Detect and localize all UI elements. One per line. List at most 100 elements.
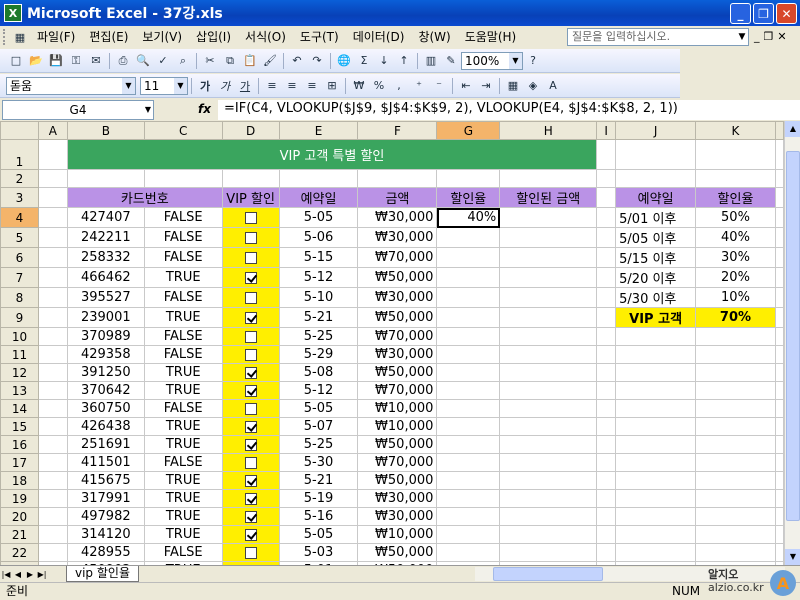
borders-icon[interactable]: ▦ xyxy=(504,77,522,95)
discount-rate-cell[interactable] xyxy=(436,327,501,346)
discount-rate-cell[interactable] xyxy=(436,345,501,364)
card-number-cell[interactable]: 429358 xyxy=(66,345,145,364)
row-header[interactable]: 1 xyxy=(0,139,39,170)
vip-checkbox-cell[interactable] xyxy=(221,287,280,308)
amount-cell[interactable]: ₩30,000 xyxy=(357,345,438,364)
reservation-date-cell[interactable]: 5-12 xyxy=(278,267,359,288)
discount-rate-cell[interactable] xyxy=(436,381,501,400)
vip-flag-cell[interactable]: TRUE xyxy=(143,381,223,400)
new-icon[interactable]: □ xyxy=(7,52,25,70)
column-header-a[interactable]: A xyxy=(37,121,68,140)
vip-checkbox-cell[interactable] xyxy=(221,489,280,508)
lookup-date-cell[interactable]: 5/30 이후 xyxy=(615,287,697,308)
autosum-icon[interactable]: Σ xyxy=(355,52,373,70)
open-icon[interactable]: 📂 xyxy=(27,52,45,70)
column-header-b[interactable]: B xyxy=(66,121,145,140)
menu-format[interactable]: 서식(O) xyxy=(238,27,293,47)
vip-checkbox[interactable] xyxy=(244,456,257,469)
doc-close-button[interactable]: ✕ xyxy=(777,30,786,43)
row-header[interactable]: 2 xyxy=(0,169,39,188)
vip-checkbox[interactable] xyxy=(244,251,257,264)
fill-color-icon[interactable]: ◈ xyxy=(524,77,542,95)
column-header-g[interactable]: G xyxy=(436,121,501,140)
align-center-icon[interactable]: ≡ xyxy=(283,77,301,95)
doc-restore-button[interactable]: ❐ xyxy=(764,30,774,43)
discounted-amount-cell[interactable] xyxy=(499,267,598,288)
discount-rate-cell[interactable] xyxy=(436,399,501,418)
vip-checkbox-cell[interactable] xyxy=(221,207,280,228)
vip-checkbox[interactable] xyxy=(244,231,257,244)
font-name-select[interactable]: 돋움 ▼ xyxy=(6,76,136,95)
discount-rate-cell[interactable] xyxy=(436,227,501,248)
menu-insert[interactable]: 삽입(I) xyxy=(189,27,238,47)
row-header[interactable]: 5 xyxy=(0,227,39,248)
reservation-date-cell[interactable]: 5-06 xyxy=(278,227,359,248)
comma-button[interactable]: , xyxy=(390,77,408,95)
header-reservation-date[interactable]: 예약일 xyxy=(278,187,359,208)
vip-checkbox[interactable] xyxy=(244,510,257,523)
amount-cell[interactable]: ₩30,000 xyxy=(357,227,438,248)
scroll-up-icon[interactable]: ▲ xyxy=(785,121,800,137)
vip-flag-cell[interactable]: TRUE xyxy=(143,363,223,382)
row-header[interactable]: 3 xyxy=(0,187,39,208)
vip-flag-cell[interactable]: TRUE xyxy=(143,471,223,490)
card-number-cell[interactable]: 314120 xyxy=(66,525,145,544)
help-search-input[interactable]: 질문을 입력하십시오. xyxy=(567,28,749,46)
decrease-indent-icon[interactable]: ⇤ xyxy=(457,77,475,95)
discounted-amount-cell[interactable] xyxy=(499,543,598,562)
reservation-date-cell[interactable]: 5-21 xyxy=(278,307,359,328)
menu-window[interactable]: 창(W) xyxy=(411,27,457,47)
font-color-icon[interactable]: A xyxy=(544,77,562,95)
chart-wizard-icon[interactable]: ▥ xyxy=(422,52,440,70)
cut-icon[interactable]: ✂ xyxy=(201,52,219,70)
reservation-date-cell[interactable]: 5-19 xyxy=(278,489,359,508)
reservation-date-cell[interactable]: 5-05 xyxy=(278,207,359,228)
hyperlink-icon[interactable]: 🌐 xyxy=(335,52,353,70)
discount-rate-cell[interactable] xyxy=(436,435,501,454)
column-header-d[interactable]: D xyxy=(221,121,280,140)
card-number-cell[interactable]: 395527 xyxy=(66,287,145,308)
last-sheet-icon[interactable]: ▶| xyxy=(36,570,48,579)
sort-desc-icon[interactable]: ↑ xyxy=(395,52,413,70)
reservation-date-cell[interactable]: 5-25 xyxy=(278,327,359,346)
discounted-amount-cell[interactable] xyxy=(499,247,598,268)
vip-checkbox[interactable] xyxy=(244,492,257,505)
discounted-amount-cell[interactable] xyxy=(499,417,598,436)
discounted-amount-cell[interactable] xyxy=(499,435,598,454)
vip-flag-cell[interactable]: TRUE xyxy=(143,525,223,544)
save-icon[interactable]: 💾 xyxy=(47,52,65,70)
row-header[interactable]: 6 xyxy=(0,247,39,268)
percent-button[interactable]: % xyxy=(370,77,388,95)
name-box[interactable]: G4 ▼ xyxy=(2,100,154,120)
card-number-cell[interactable]: 239001 xyxy=(66,307,145,328)
discounted-amount-cell[interactable] xyxy=(499,471,598,490)
amount-cell[interactable]: ₩30,000 xyxy=(357,207,438,228)
discounted-amount-cell[interactable] xyxy=(499,525,598,544)
vip-flag-cell[interactable]: FALSE xyxy=(143,247,223,268)
vip-checkbox-cell[interactable] xyxy=(221,471,280,490)
reservation-date-cell[interactable]: 5-12 xyxy=(278,381,359,400)
reservation-date-cell[interactable]: 5-15 xyxy=(278,247,359,268)
card-number-cell[interactable]: 370989 xyxy=(66,327,145,346)
vip-flag-cell[interactable]: FALSE xyxy=(143,453,223,472)
lookup-date-cell[interactable]: 5/05 이후 xyxy=(615,227,697,248)
row-header[interactable]: 9 xyxy=(0,307,39,328)
first-sheet-icon[interactable]: |◀ xyxy=(0,570,12,579)
reservation-date-cell[interactable]: 5-05 xyxy=(278,525,359,544)
align-left-icon[interactable]: ≡ xyxy=(263,77,281,95)
vertical-scroll-thumb[interactable] xyxy=(786,151,800,521)
discount-rate-cell[interactable] xyxy=(436,417,501,436)
lookup-rate-cell[interactable]: 20% xyxy=(695,267,776,288)
discount-rate-cell[interactable] xyxy=(436,525,501,544)
row-header[interactable]: 17 xyxy=(0,453,39,472)
vip-flag-cell[interactable]: TRUE xyxy=(143,435,223,454)
sheet-title[interactable]: VIP 고객 특별 할인 xyxy=(66,139,598,170)
redo-icon[interactable]: ↷ xyxy=(308,52,326,70)
vip-checkbox[interactable] xyxy=(244,330,257,343)
vip-checkbox-cell[interactable] xyxy=(221,399,280,418)
lookup-rate-cell[interactable]: 40% xyxy=(695,227,776,248)
vip-checkbox-cell[interactable] xyxy=(221,525,280,544)
amount-cell[interactable]: ₩70,000 xyxy=(357,247,438,268)
card-number-cell[interactable]: 360750 xyxy=(66,399,145,418)
discount-rate-cell[interactable] xyxy=(436,247,501,268)
